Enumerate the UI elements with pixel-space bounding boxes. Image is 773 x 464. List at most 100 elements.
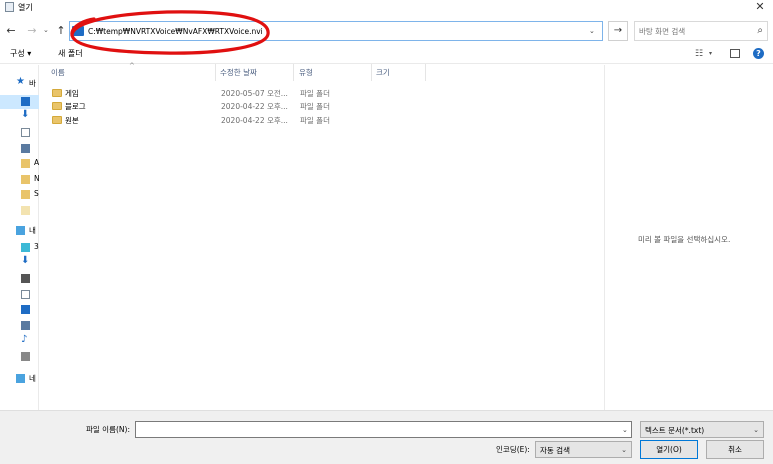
file-type: 파일 폴더 (300, 102, 330, 111)
nav-item[interactable] (0, 142, 39, 156)
file-type: 파일 폴더 (300, 116, 330, 125)
close-icon[interactable]: ✕ (753, 0, 767, 14)
nav-item[interactable] (0, 319, 39, 333)
window-title: 열기 (18, 3, 33, 12)
file-date: 2020-04-22 오후... (221, 102, 288, 111)
address-history-chevron-icon[interactable]: ⌄ (589, 27, 595, 35)
nav-item-label: 3 (34, 242, 39, 251)
filename-label: 파일 이름(N): (86, 425, 130, 434)
music-icon: ♪ (21, 334, 28, 345)
document-icon (21, 128, 30, 137)
nav-item[interactable]: ★ 바 (0, 76, 39, 91)
column-divider[interactable] (425, 64, 426, 81)
file-name: 블로그 (65, 102, 86, 111)
nav-item[interactable] (0, 350, 39, 364)
back-button[interactable]: ← (4, 24, 18, 38)
search-box[interactable]: ⌕ (634, 21, 768, 41)
list-item[interactable]: 블로그 2020-04-22 오후... 파일 폴더 (49, 99, 429, 114)
column-header-type[interactable]: 유형 (299, 67, 313, 78)
folder-icon (21, 159, 30, 168)
preview-pane-toggle-icon[interactable] (730, 49, 740, 58)
app-icon (5, 2, 14, 12)
file-list-header: ^ 이름 수정한 날짜 유형 크기 (40, 62, 603, 81)
drive-icon (21, 352, 30, 361)
address-input[interactable] (88, 23, 578, 39)
open-button[interactable]: 열기(O) (640, 440, 698, 459)
filename-field[interactable]: ⌄ (135, 421, 632, 438)
column-header-size[interactable]: 크기 (376, 67, 390, 78)
nav-item[interactable] (0, 272, 39, 286)
nav-item-label: A (34, 158, 40, 167)
nav-item[interactable]: S (0, 188, 39, 202)
pc-icon (16, 226, 25, 235)
file-date: 2020-04-22 오후... (221, 116, 288, 125)
list-item[interactable]: 원본 2020-04-22 오후... 파일 폴더 (49, 113, 429, 128)
document-icon (21, 290, 30, 299)
column-divider[interactable] (371, 64, 372, 81)
encoding-select[interactable]: 자동 검색 ⌄ (535, 441, 632, 458)
column-header-name[interactable]: 이름 (51, 67, 65, 78)
up-button[interactable]: ↑ (54, 24, 68, 38)
file-date: 2020-05-07 오전... (221, 89, 288, 98)
nav-item[interactable]: ⬇ (0, 109, 39, 124)
folder-location-icon (72, 26, 84, 36)
folder-icon (52, 116, 62, 124)
nav-item[interactable]: N (0, 173, 40, 187)
download-icon: ⬇ (21, 109, 30, 120)
nav-item[interactable] (0, 204, 39, 218)
picture-icon (21, 144, 30, 153)
nav-item[interactable] (0, 95, 39, 109)
encoding-value: 자동 검색 (540, 446, 570, 455)
file-type-select[interactable]: 텍스트 문서(*.txt) ⌄ (640, 421, 764, 438)
nav-item-label: 바 (29, 79, 36, 88)
desktop-icon (21, 305, 30, 314)
nav-item[interactable]: 내 (0, 224, 39, 238)
search-icon[interactable]: ⌕ (757, 25, 763, 36)
nav-item[interactable]: ⬇ (0, 255, 39, 270)
nav-item[interactable] (0, 126, 39, 140)
download-icon: ⬇ (21, 255, 30, 266)
address-bar[interactable]: ⌄ (69, 21, 603, 41)
forward-button[interactable]: → (25, 24, 39, 38)
column-divider[interactable] (293, 64, 294, 81)
search-input[interactable] (639, 25, 744, 37)
chevron-down-icon: ⌄ (621, 446, 627, 454)
folder-icon (21, 206, 30, 215)
help-icon[interactable]: ? (753, 48, 764, 59)
nav-item[interactable]: A (0, 157, 39, 171)
organize-button[interactable]: 구성 ▾ (10, 48, 31, 59)
filename-history-chevron-icon[interactable]: ⌄ (622, 426, 628, 434)
nav-item[interactable]: ♪ (0, 334, 39, 349)
file-type: 파일 폴더 (300, 89, 330, 98)
folder-icon (21, 175, 30, 184)
sort-ascending-icon: ^ (129, 62, 135, 70)
nav-item-label: S (34, 189, 39, 198)
column-header-date[interactable]: 수정한 날짜 (220, 67, 257, 78)
dialog-footer: 파일 이름(N): ⌄ 텍스트 문서(*.txt) ⌄ 인코딩(E): 자동 검… (0, 410, 773, 464)
folder-icon (21, 190, 30, 199)
view-options-chevron-icon[interactable]: ▾ (709, 50, 712, 57)
desktop-icon (21, 97, 30, 106)
preview-placeholder: 미리 볼 파일을 선택하십시오. (638, 235, 731, 244)
star-icon: ★ (16, 76, 25, 87)
nav-item[interactable] (0, 303, 39, 317)
file-name: 원본 (65, 116, 79, 125)
recent-locations-chevron-icon[interactable]: ⌄ (43, 26, 49, 34)
folder-icon (52, 89, 62, 97)
view-options-icon[interactable]: ☷ (695, 49, 703, 59)
chevron-down-icon: ⌄ (753, 426, 759, 434)
cancel-button[interactable]: 취소 (706, 440, 764, 459)
nav-item-label: 네 (29, 374, 36, 383)
nav-item[interactable]: 네 (0, 372, 39, 386)
new-folder-button[interactable]: 새 폴더 (58, 48, 83, 59)
network-icon (16, 374, 25, 383)
nav-item[interactable]: 3 (0, 241, 39, 255)
navigation-pane: ★ 바 ⬇ A N S 내 3 ⬇ ♪ 네 (0, 65, 40, 410)
go-button[interactable]: → (608, 21, 628, 41)
column-divider[interactable] (215, 64, 216, 81)
encoding-label: 인코딩(E): (496, 445, 530, 454)
nav-item[interactable] (0, 288, 39, 302)
video-icon (21, 274, 30, 283)
3d-objects-icon (21, 243, 30, 252)
nav-item-label: 내 (29, 226, 36, 235)
